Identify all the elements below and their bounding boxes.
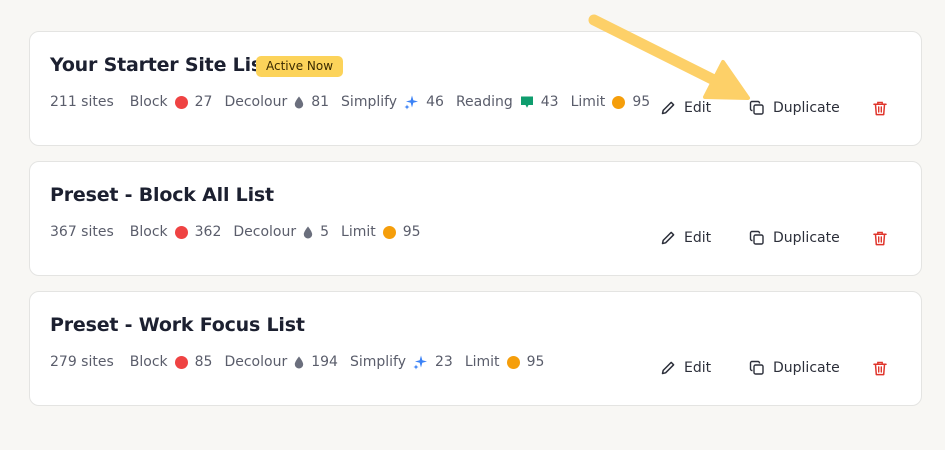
list-title: Preset - Work Focus List — [50, 314, 305, 336]
stat-value: 43 — [540, 94, 559, 110]
sparkle-icon — [413, 355, 428, 370]
site-list-card: Preset - Block All List 367 sites Block … — [29, 161, 922, 276]
stat-value: 362 — [194, 224, 222, 240]
sparkle-icon — [404, 95, 419, 110]
stat-value: 23 — [435, 354, 453, 370]
droplet-icon — [303, 226, 313, 239]
stat-block: Block 27 — [130, 94, 213, 110]
stat-value: 27 — [194, 94, 213, 110]
duplicate-label: Duplicate — [773, 230, 840, 246]
pencil-icon — [661, 101, 675, 115]
edit-button[interactable]: Edit — [660, 360, 711, 376]
trash-icon — [873, 231, 887, 246]
stat-reading: Reading 43 — [456, 94, 559, 110]
stat-limit: Limit 95 — [571, 94, 651, 110]
stat-value: 95 — [402, 224, 421, 240]
edit-label: Edit — [684, 360, 712, 376]
delete-button[interactable] — [873, 101, 895, 116]
stat-limit: Limit 95 — [465, 354, 545, 370]
duplicate-button[interactable]: Duplicate — [749, 360, 840, 376]
stat-label: Simplify — [341, 94, 398, 110]
red-dot-icon — [174, 355, 188, 369]
site-count-label: 279 sites — [50, 354, 114, 370]
site-list-card: Preset - Work Focus List 279 sites Block… — [29, 291, 922, 406]
stat-block: Block 362 — [130, 224, 222, 240]
stat-simplify: Simplify 23 — [350, 354, 453, 370]
stat-label: Limit — [570, 94, 606, 110]
copy-icon — [749, 230, 764, 245]
active-now-badge: Active Now — [256, 56, 344, 77]
copy-icon — [749, 360, 764, 375]
stat-label: Decolour — [224, 94, 288, 110]
stat-label: Reading — [455, 94, 513, 110]
site-count: 367 sites — [50, 224, 114, 240]
stat-value: 95 — [632, 94, 651, 110]
edit-button[interactable]: Edit — [660, 100, 711, 116]
stat-value: 5 — [320, 224, 330, 240]
stat-value: 46 — [426, 94, 444, 110]
stat-label: Limit — [341, 224, 376, 240]
stat-value: 95 — [526, 354, 545, 370]
pencil-icon — [661, 361, 675, 375]
site-count: 279 sites — [50, 354, 114, 370]
orange-dot-icon — [612, 95, 626, 109]
duplicate-label: Duplicate — [773, 360, 840, 376]
edit-label: Edit — [684, 230, 712, 246]
site-count: 211 sites — [50, 94, 114, 110]
duplicate-button[interactable]: Duplicate — [749, 230, 840, 246]
site-count-label: 367 sites — [50, 224, 114, 240]
stat-decolour: Decolour 81 — [224, 94, 329, 110]
stat-value: 194 — [311, 354, 338, 370]
delete-button[interactable] — [873, 231, 895, 246]
stat-label: Block — [129, 94, 168, 110]
list-stats: 367 sites Block 362 Decolour 5 Limit 95 — [50, 224, 433, 240]
stat-value: 81 — [311, 94, 330, 110]
stat-simplify: Simplify 46 — [341, 94, 444, 110]
red-dot-icon — [174, 95, 188, 109]
trash-icon — [873, 361, 887, 376]
duplicate-label: Duplicate — [773, 100, 840, 116]
stat-value: 85 — [194, 354, 213, 370]
stat-block: Block 85 — [130, 354, 213, 370]
droplet-icon — [294, 96, 304, 109]
list-stats: 279 sites Block 85 Decolour 194 Simplify… — [50, 354, 556, 370]
stat-label: Block — [129, 354, 168, 370]
list-title: Preset - Block All List — [50, 184, 274, 206]
stat-label: Block — [129, 224, 168, 240]
reading-icon — [520, 95, 534, 109]
delete-button[interactable] — [873, 361, 895, 376]
list-title: Your Starter Site List — [50, 54, 271, 76]
stat-decolour: Decolour 194 — [224, 354, 337, 370]
trash-icon — [873, 101, 887, 116]
list-stats: 211 sites Block 27 Decolour 81 Simplify … — [50, 94, 662, 110]
stat-limit: Limit 95 — [341, 224, 421, 240]
orange-dot-icon — [382, 225, 396, 239]
copy-icon — [749, 100, 764, 115]
site-list-card: Your Starter Site List Active Now 211 si… — [29, 31, 922, 146]
edit-label: Edit — [684, 100, 712, 116]
stat-label: Limit — [464, 354, 500, 370]
stat-label: Decolour — [233, 224, 297, 240]
droplet-icon — [294, 356, 304, 369]
stat-label: Decolour — [224, 354, 288, 370]
pencil-icon — [661, 231, 675, 245]
stat-label: Simplify — [349, 354, 407, 370]
duplicate-button[interactable]: Duplicate — [749, 100, 840, 116]
site-count-label: 211 sites — [50, 94, 114, 110]
edit-button[interactable]: Edit — [660, 230, 711, 246]
stat-decolour: Decolour 5 — [233, 224, 329, 240]
red-dot-icon — [174, 225, 188, 239]
orange-dot-icon — [506, 355, 520, 369]
